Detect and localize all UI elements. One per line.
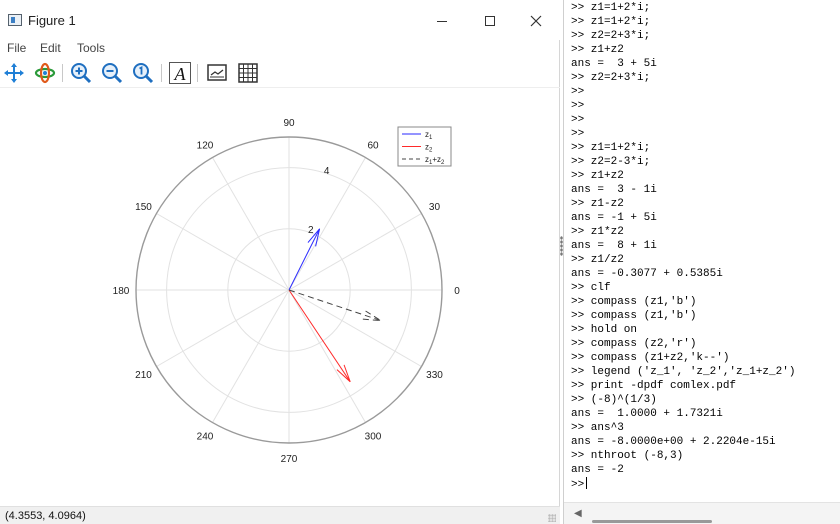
- command-line: ans = -2: [571, 464, 624, 476]
- figure-title: Figure 1: [28, 13, 76, 28]
- command-line: >>: [571, 100, 585, 112]
- zoom-reset-button[interactable]: [131, 61, 155, 85]
- command-line: >> z1=1+2*i;: [571, 2, 651, 14]
- angle-tick-label: 210: [135, 370, 152, 381]
- command-line: ans = 3 - 1i: [571, 184, 657, 196]
- command-line: >>: [571, 86, 585, 98]
- pointer-coordinates: (4.3553, 4.0964): [5, 510, 86, 522]
- toggle-axes-button[interactable]: [205, 61, 229, 85]
- minimize-icon: [437, 20, 447, 22]
- menu-file[interactable]: File: [7, 41, 26, 55]
- toggle-axes-icon: [207, 64, 227, 81]
- horizontal-scrollbar[interactable]: ◀: [564, 502, 840, 524]
- angle-tick-label: 330: [426, 370, 443, 381]
- command-line: ans = -0.3077 + 0.5385i: [571, 268, 723, 280]
- minimize-button[interactable]: [425, 8, 459, 34]
- command-line: >> z2=2+3*i;: [571, 30, 651, 42]
- angle-tick-label: 0: [454, 286, 460, 297]
- prompt-marker: >>: [571, 479, 585, 491]
- compass-plot[interactable]: 030609012015018021024027030033024z1z2z1+…: [0, 90, 560, 502]
- figure-window: Figure 1 File Edit Tools A 0 30 60 90 12…: [0, 0, 560, 524]
- zoom-out-button[interactable]: [100, 61, 124, 85]
- zoom-reset-icon: [133, 63, 154, 84]
- figure-toolbar: A: [0, 58, 560, 88]
- toggle-grid-icon: [238, 63, 258, 83]
- close-icon: [530, 15, 542, 27]
- insert-text-button[interactable]: A: [168, 61, 192, 85]
- toggle-grid-button[interactable]: [236, 61, 260, 85]
- toolbar-separator: [62, 64, 63, 82]
- command-line: >> clf: [571, 282, 611, 294]
- command-line: ans = 3 + 5i: [571, 58, 657, 70]
- maximize-button[interactable]: [473, 8, 507, 34]
- figure-app-icon: [8, 14, 22, 26]
- command-line: >> z2=2+3*i;: [571, 72, 651, 84]
- command-line: >> compass (z1+z2,'k--'): [571, 352, 730, 364]
- toolbar-separator: [197, 64, 198, 82]
- svg-text:A: A: [174, 64, 187, 84]
- angle-tick-label: 240: [197, 431, 214, 442]
- figure-menubar: File Edit Tools: [0, 38, 560, 58]
- angle-tick-label: 300: [365, 431, 382, 442]
- maximize-icon: [485, 16, 495, 26]
- radial-tick-label: 4: [324, 166, 330, 177]
- command-line: >> z1=1+2*i;: [571, 16, 651, 28]
- text-caret: [586, 477, 588, 489]
- zoom-out-icon: [102, 63, 123, 84]
- command-line: ans = 8 + 1i: [571, 240, 657, 252]
- command-line: >> (-8)^(1/3): [571, 394, 657, 406]
- radial-tick-label: 2: [308, 225, 314, 236]
- command-line: >> hold on: [571, 324, 638, 336]
- toolbar-separator: [161, 64, 162, 82]
- command-line: >> z1+z2: [571, 170, 624, 182]
- close-button[interactable]: [519, 8, 553, 34]
- scroll-left-icon[interactable]: ◀: [574, 508, 582, 519]
- command-line: >> z1-z2: [571, 198, 624, 210]
- command-line: >> compass (z2,'r'): [571, 338, 697, 350]
- scroll-thumb[interactable]: [592, 520, 712, 523]
- command-line: >>: [571, 128, 585, 140]
- angle-tick-label: 180: [113, 286, 130, 297]
- resize-grip-icon[interactable]: [548, 514, 556, 522]
- command-line: >> legend ('z_1', 'z_2','z_1+z_2'): [571, 366, 796, 378]
- figure-titlebar[interactable]: Figure 1: [0, 0, 560, 40]
- command-output[interactable]: >> z1=1+2*i; >> z1=1+2*i; >> z2=2+3*i; >> z…: [571, 1, 839, 491]
- insert-text-icon: A: [169, 62, 191, 84]
- command-line: ans = -8.0000e+00 + 2.2204e-15i: [571, 436, 776, 448]
- menu-tools[interactable]: Tools: [77, 41, 105, 55]
- command-line: ans = -1 + 5i: [571, 212, 657, 224]
- zoom-in-icon: [71, 63, 92, 84]
- command-line: >> z1/z2: [571, 254, 624, 266]
- command-line: >> compass (z1,'b'): [571, 310, 697, 322]
- angle-tick-label: 90: [283, 118, 295, 129]
- command-line: >> nthroot (-8,3): [571, 450, 684, 462]
- command-line: >> z1=1+2*i;: [571, 142, 651, 154]
- plot-area[interactable]: 0 30 60 90 120 150 180 210 240 270 300 330 2 4 z1 z2 z1+…: [0, 90, 560, 502]
- command-line: >> z2=2-3*i;: [571, 156, 651, 168]
- command-line: >> z1*z2: [571, 226, 624, 238]
- rotate-icon: [34, 62, 56, 84]
- angle-tick-label: 270: [281, 454, 298, 465]
- pan-button[interactable]: [2, 61, 26, 85]
- legend-text: +z: [432, 155, 441, 164]
- angle-tick-label: 120: [197, 141, 214, 152]
- angle-tick-label: 30: [429, 202, 441, 213]
- command-line: >> print -dpdf comlex.pdf: [571, 380, 737, 392]
- rotate-button[interactable]: [33, 61, 57, 85]
- command-window[interactable]: >> z1=1+2*i; >> z1=1+2*i; >> z2=2+3*i; >> z…: [560, 0, 840, 524]
- command-line: >> compass (z1,'b'): [571, 296, 697, 308]
- splitter-handle[interactable]: [560, 236, 564, 256]
- angle-tick-label: 150: [135, 202, 152, 213]
- command-line: ans = 1.0000 + 1.7321i: [571, 408, 723, 420]
- command-prompt[interactable]: >>: [571, 477, 839, 491]
- command-line: >> ans^3: [571, 422, 624, 434]
- figure-statusbar: (4.3553, 4.0964): [0, 506, 560, 524]
- command-line: >>: [571, 114, 585, 126]
- command-line: >> z1+z2: [571, 44, 624, 56]
- menu-edit[interactable]: Edit: [40, 41, 61, 55]
- angle-tick-label: 60: [367, 141, 379, 152]
- vector-z2: [288, 289, 351, 383]
- zoom-in-button[interactable]: [69, 61, 93, 85]
- pan-icon: [4, 63, 24, 83]
